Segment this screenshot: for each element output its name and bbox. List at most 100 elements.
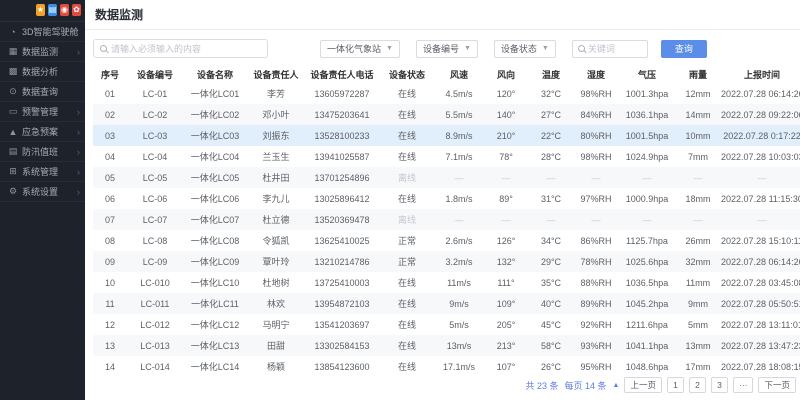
cell-9: 98%RH: [573, 146, 619, 167]
per-page-select[interactable]: 每页 14 条: [565, 379, 607, 392]
filter-device-status[interactable]: 设备状态▼: [494, 40, 556, 58]
sidebar-item-label: 数据查询: [22, 85, 80, 98]
page-button-2[interactable]: 2: [689, 377, 706, 393]
sidebar-item-label: 预警管理: [22, 105, 75, 118]
cell-1: LC-010: [127, 272, 183, 293]
page-ellipsis[interactable]: ···: [733, 377, 754, 393]
sidebar-item-system-manage[interactable]: ⊞系统管理›: [0, 162, 85, 182]
app-root: ★▤◉✿ ◔3D智能驾驶舱▦数据监测›▩数据分析⊙数据查询▭预警管理›▲应急预案…: [0, 0, 800, 400]
table-row[interactable]: 03LC-03一体化LC03刘振东13528100233在线8.9m/s210°…: [93, 125, 800, 146]
table-row[interactable]: 04LC-04一体化LC04兰玉生13941025587在线7.1m/s78°2…: [93, 146, 800, 167]
cell-6: 3.2m/s: [435, 251, 483, 272]
cell-9: 88%RH: [573, 272, 619, 293]
filter-group: 一体化气象站▼设备编号▼设备状态▼: [320, 40, 556, 58]
content-search-box[interactable]: [93, 39, 268, 58]
cell-12: 2022.07.28 15:10:11: [721, 230, 800, 251]
table-row[interactable]: 06LC-06一体化LC06李九儿13025896412在线1.8m/s89°3…: [93, 188, 800, 209]
content-search-input[interactable]: [111, 44, 261, 54]
table-row[interactable]: 01LC-01一体化LC01李芳13605972287在线4.5m/s120°3…: [93, 83, 800, 104]
cell-0: 07: [93, 209, 127, 230]
star-tile-icon[interactable]: ★: [36, 4, 45, 16]
table-row[interactable]: 05LC-05一体化LC05杜井田13701254896离线———————: [93, 167, 800, 188]
keyword-input[interactable]: [588, 44, 642, 54]
sidebar-item-flood-duty[interactable]: ▤防汛值班›: [0, 142, 85, 162]
table-row[interactable]: 10LC-010一体化LC10杜地树13725410003在线11m/s111°…: [93, 272, 800, 293]
cell-11: 9mm: [675, 293, 721, 314]
sidebar-item-data-query[interactable]: ⊙数据查询: [0, 82, 85, 102]
table-row[interactable]: 07LC-07一体化LC07杜立德13520369478离线———————: [93, 209, 800, 230]
cell-2: 一体化LC08: [183, 230, 247, 251]
cell-0: 03: [93, 125, 127, 146]
table-row[interactable]: 13LC-013一体化LC13田甜13302584153在线13m/s213°5…: [93, 335, 800, 356]
cell-0: 02: [93, 104, 127, 125]
sidebar-item-alert-manage[interactable]: ▭预警管理›: [0, 102, 85, 122]
cell-5: 离线: [379, 167, 435, 188]
sidebar-item-label: 3D智能驾驶舱: [22, 25, 80, 38]
cell-8: 28°C: [529, 146, 573, 167]
sidebar-item-label: 数据分析: [22, 65, 80, 78]
cell-10: —: [619, 209, 675, 230]
cell-3: 李芳: [247, 83, 305, 104]
cell-5: 在线: [379, 125, 435, 146]
cell-9: 95%RH: [573, 356, 619, 377]
sidebar-item-3d-cockpit[interactable]: ◔3D智能驾驶舱: [0, 22, 85, 42]
chevron-down-icon: ▼: [464, 45, 471, 52]
cell-5: 在线: [379, 293, 435, 314]
cell-6: 5m/s: [435, 314, 483, 335]
filter-value: 设备状态: [501, 42, 537, 55]
gear-tile-icon[interactable]: ✿: [72, 4, 81, 16]
cell-12: 2022.07.28 06:14:26: [721, 251, 800, 272]
sidebar-item-label: 系统管理: [22, 165, 75, 178]
cell-1: LC-012: [127, 314, 183, 335]
lock-tile-icon[interactable]: ◉: [60, 4, 69, 16]
cell-4: 13475203641: [305, 104, 379, 125]
query-button[interactable]: 查询: [661, 40, 707, 58]
filter-device-no[interactable]: 设备编号▼: [416, 40, 478, 58]
cell-10: 1001.3hpa: [619, 83, 675, 104]
cell-9: 84%RH: [573, 104, 619, 125]
cell-6: 4.5m/s: [435, 83, 483, 104]
keyword-search-box[interactable]: [572, 40, 648, 58]
table-row[interactable]: 08LC-08一体化LC08令狐凯13625410025正常2.6m/s126°…: [93, 230, 800, 251]
sidebar-item-emergency-plan[interactable]: ▲应急预案›: [0, 122, 85, 142]
cell-1: LC-02: [127, 104, 183, 125]
toolbar: 一体化气象站▼设备编号▼设备状态▼ 查询: [85, 30, 800, 63]
sidebar-menu: ◔3D智能驾驶舱▦数据监测›▩数据分析⊙数据查询▭预警管理›▲应急预案›▤防汛值…: [0, 21, 85, 202]
cell-1: LC-014: [127, 356, 183, 377]
cell-0: 10: [93, 272, 127, 293]
sidebar-item-data-analysis[interactable]: ▩数据分析: [0, 62, 85, 82]
file-tile-icon[interactable]: ▤: [48, 4, 57, 16]
cell-0: 13: [93, 335, 127, 356]
prev-page-button[interactable]: 上一页: [624, 377, 662, 393]
page-button-3[interactable]: 3: [711, 377, 728, 393]
cell-12: 2022.07.28 10:03:03: [721, 146, 800, 167]
cell-8: —: [529, 209, 573, 230]
page-button-1[interactable]: 1: [667, 377, 684, 393]
total-count: 共 23 条: [526, 379, 559, 392]
next-page-button[interactable]: 下一页: [758, 377, 796, 393]
sidebar-item-system-settings[interactable]: ⚙系统设置›: [0, 182, 85, 202]
cell-7: —: [483, 167, 529, 188]
cell-2: 一体化LC03: [183, 125, 247, 146]
cell-8: 45°C: [529, 314, 573, 335]
cell-12: 2022.07.28 03:45:08: [721, 272, 800, 293]
table-row[interactable]: 12LC-012一体化LC12马明宁13541203697在线5m/s205°4…: [93, 314, 800, 335]
table-row[interactable]: 14LC-014一体化LC14杨颖13854123600在线17.1m/s107…: [93, 356, 800, 377]
table-header-row: 序号设备编号设备名称设备责任人设备责任人电话设备状态风速风向温度湿度气压雨量上报…: [93, 65, 800, 83]
sidebar-item-data-monitor[interactable]: ▦数据监测›: [0, 42, 85, 62]
filter-station-type[interactable]: 一体化气象站▼: [320, 40, 400, 58]
table-row[interactable]: 02LC-02一体化LC02邓小叶13475203641在线5.5m/s140°…: [93, 104, 800, 125]
chevron-right-icon: ›: [77, 127, 80, 137]
column-header: 设备名称: [183, 65, 247, 83]
database-icon: ▦: [7, 46, 19, 57]
table-row[interactable]: 11LC-011一体化LC11林欢13954872103在线9m/s109°40…: [93, 293, 800, 314]
table-row[interactable]: 09LC-09一体化LC09覃叶玲13210214786正常3.2m/s132°…: [93, 251, 800, 272]
cell-11: 11mm: [675, 272, 721, 293]
cell-9: —: [573, 209, 619, 230]
cell-3: 林欢: [247, 293, 305, 314]
cell-6: 8.9m/s: [435, 125, 483, 146]
cell-11: 10mm: [675, 125, 721, 146]
cell-7: 120°: [483, 83, 529, 104]
cell-5: 在线: [379, 356, 435, 377]
cell-11: —: [675, 209, 721, 230]
